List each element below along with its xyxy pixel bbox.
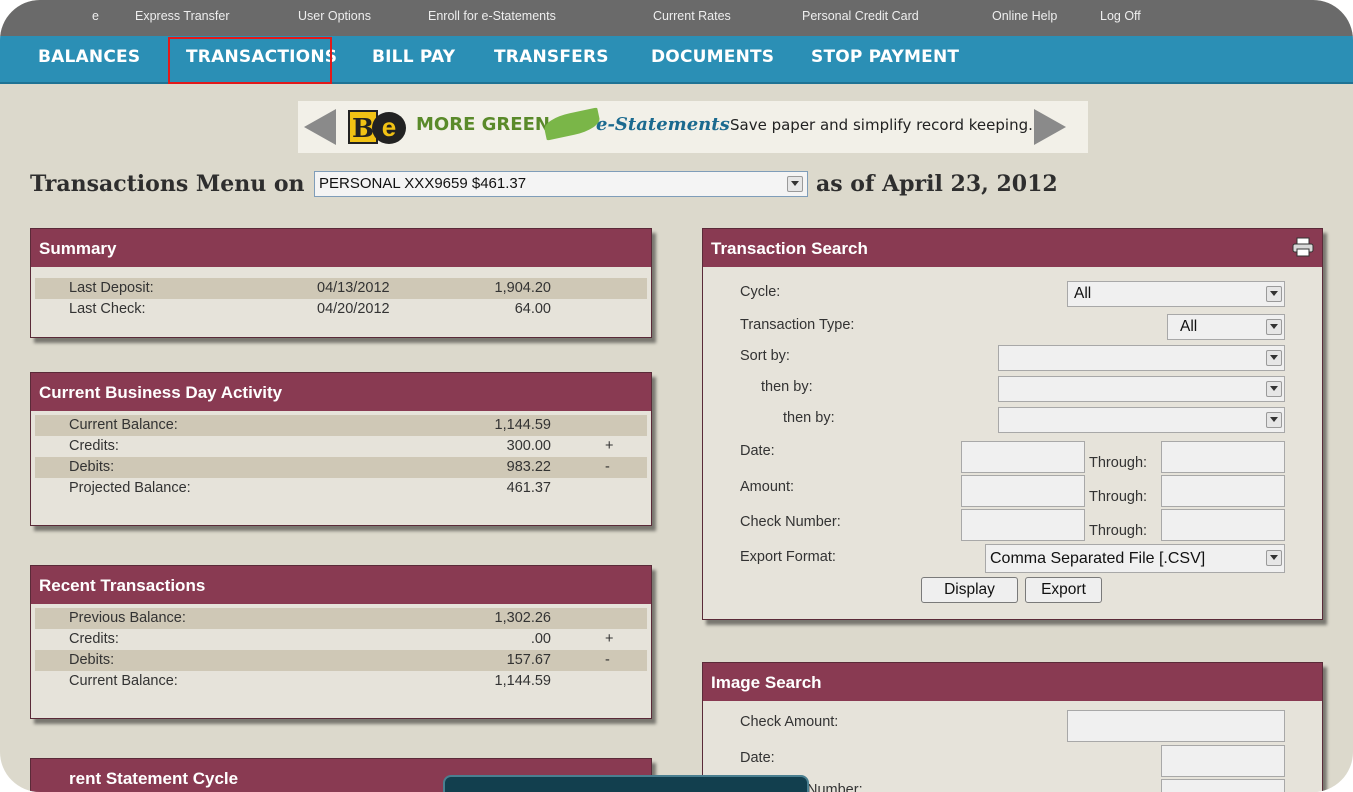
- amount-from-input[interactable]: [961, 475, 1085, 507]
- then-by-label: then by:: [761, 379, 813, 395]
- banner-next-arrow-icon[interactable]: [1034, 109, 1066, 145]
- table-row: Credits: 300.00 +: [35, 436, 647, 457]
- top-link-enroll-estatements[interactable]: Enroll for e-Statements: [428, 9, 556, 23]
- page-title: Transactions Menu on: [30, 171, 305, 197]
- nav-bill-pay[interactable]: BILL PAY: [372, 47, 455, 67]
- summary-title: Summary: [31, 229, 651, 267]
- chevron-down-icon[interactable]: [1266, 550, 1282, 566]
- nav-transfers[interactable]: TRANSFERS: [494, 47, 609, 67]
- nav-documents[interactable]: DOCUMENTS: [651, 47, 774, 67]
- chevron-down-icon[interactable]: [787, 176, 803, 192]
- app-window: e Express Transfer User Options Enroll f…: [0, 0, 1353, 792]
- as-of-date: as of April 23, 2012: [816, 171, 1058, 197]
- table-row: Last Check: 04/20/2012 64.00: [35, 299, 647, 320]
- banner-estatements: e-Statements: [596, 114, 730, 135]
- cycle-select[interactable]: All: [1067, 281, 1285, 307]
- export-format-select[interactable]: Comma Separated File [.CSV]: [985, 544, 1285, 573]
- top-link-home[interactable]: e: [92, 9, 99, 23]
- table-row: Projected Balance: 461.37: [35, 478, 647, 499]
- active-tab-highlight: [168, 37, 332, 84]
- top-link-express-transfer[interactable]: Express Transfer: [135, 9, 229, 23]
- chevron-down-icon[interactable]: [1266, 350, 1282, 366]
- then-by-select-2[interactable]: [998, 407, 1285, 433]
- check-amount-input[interactable]: [1067, 710, 1285, 742]
- bottom-overlay-tab[interactable]: [443, 775, 809, 792]
- leaf-icon: [542, 107, 602, 141]
- nav-stop-payment[interactable]: STOP PAYMENT: [811, 47, 959, 67]
- check-from-input[interactable]: [961, 509, 1085, 541]
- sort-by-label: Sort by:: [740, 348, 790, 364]
- image-search-panel: Image Search Check Amount: Date: Number:: [702, 662, 1323, 792]
- then-by-label-2: then by:: [783, 410, 835, 426]
- table-row: Last Deposit: 04/13/2012 1,904.20: [35, 278, 647, 299]
- number-label: Number:: [807, 782, 863, 792]
- top-link-online-help[interactable]: Online Help: [992, 9, 1057, 23]
- amount-label: Amount:: [740, 479, 794, 495]
- banner-more-green: MORE GREEN: [416, 114, 550, 135]
- transaction-type-label: Transaction Type:: [740, 317, 855, 333]
- chevron-down-icon[interactable]: [1266, 412, 1282, 428]
- through-label: Through:: [1089, 455, 1148, 471]
- then-by-select[interactable]: [998, 376, 1285, 402]
- account-select[interactable]: PERSONAL XXX9659 $461.37: [314, 171, 808, 197]
- banner-tagline: Save paper and simplify record keeping.: [730, 116, 1033, 134]
- date-from-input[interactable]: [961, 441, 1085, 473]
- top-link-current-rates[interactable]: Current Rates: [653, 9, 731, 23]
- through-label: Through:: [1089, 489, 1148, 505]
- summary-panel: Summary Last Deposit: 04/13/2012 1,904.2…: [30, 228, 652, 338]
- table-row: Debits: 157.67 -: [35, 650, 647, 671]
- recent-transactions-title: Recent Transactions: [31, 566, 651, 604]
- image-date-input[interactable]: [1161, 745, 1285, 777]
- business-day-panel: Current Business Day Activity Current Ba…: [30, 372, 652, 526]
- estatements-banner[interactable]: B e MORE GREEN e-Statements Save paper a…: [298, 101, 1088, 153]
- recent-transactions-panel: Recent Transactions Previous Balance: 1,…: [30, 565, 652, 719]
- chevron-down-icon[interactable]: [1266, 319, 1282, 335]
- sort-by-select[interactable]: [998, 345, 1285, 371]
- nav-balances[interactable]: BALANCES: [38, 47, 140, 67]
- image-search-title: Image Search: [703, 663, 1322, 701]
- business-day-title: Current Business Day Activity: [31, 373, 651, 411]
- top-link-user-options[interactable]: User Options: [298, 9, 371, 23]
- banner-prev-arrow-icon[interactable]: [304, 109, 336, 145]
- table-row: Credits: .00 +: [35, 629, 647, 650]
- transaction-search-panel: Transaction Search Cycle: All Transactio…: [702, 228, 1323, 620]
- check-through-input[interactable]: [1161, 509, 1285, 541]
- top-link-log-off[interactable]: Log Off: [1100, 9, 1141, 23]
- top-utility-bar: e Express Transfer User Options Enroll f…: [0, 0, 1353, 36]
- table-row: Current Balance: 1,144.59: [35, 671, 647, 692]
- transaction-type-select[interactable]: All: [1167, 314, 1285, 340]
- export-button[interactable]: Export: [1025, 577, 1102, 603]
- image-date-label: Date:: [740, 750, 775, 766]
- through-label: Through:: [1089, 523, 1148, 539]
- export-format-label: Export Format:: [740, 549, 836, 565]
- number-input[interactable]: [1161, 779, 1285, 792]
- printer-icon[interactable]: [1292, 237, 1314, 257]
- amount-through-input[interactable]: [1161, 475, 1285, 507]
- display-button[interactable]: Display: [921, 577, 1018, 603]
- top-link-credit-card[interactable]: Personal Credit Card: [802, 9, 919, 23]
- cycle-label: Cycle:: [740, 284, 781, 300]
- chevron-down-icon[interactable]: [1266, 286, 1282, 302]
- chevron-down-icon[interactable]: [1266, 381, 1282, 397]
- table-row: Debits: 983.22 -: [35, 457, 647, 478]
- check-amount-label: Check Amount:: [740, 714, 839, 730]
- date-through-input[interactable]: [1161, 441, 1285, 473]
- table-row: Current Balance: 1,144.59: [35, 415, 647, 436]
- be-logo: B e: [348, 108, 406, 146]
- transaction-search-title: Transaction Search: [703, 229, 1322, 267]
- date-label: Date:: [740, 443, 775, 459]
- check-number-label: Check Number:: [740, 514, 841, 530]
- table-row: Previous Balance: 1,302.26: [35, 608, 647, 629]
